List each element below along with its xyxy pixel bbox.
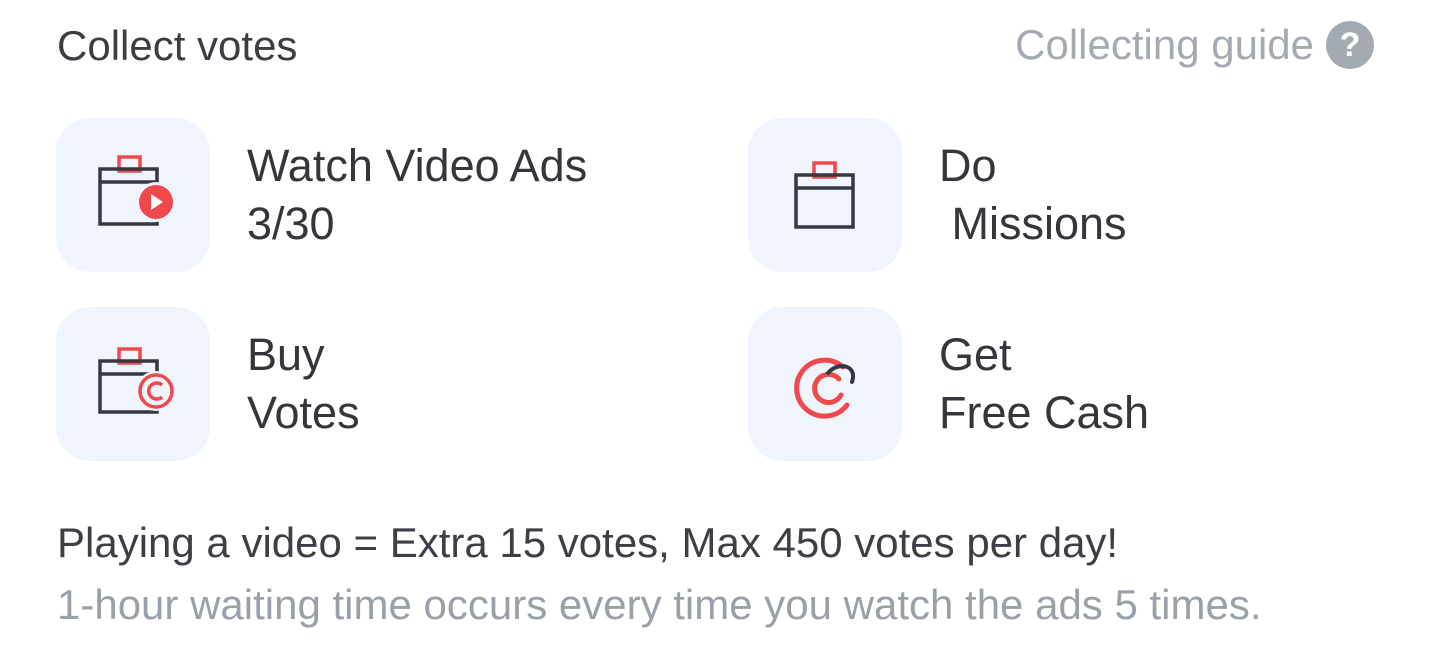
watch-video-ads-text: Watch Video Ads 3/30 [247,137,587,253]
action-subtitle: Votes [247,387,360,438]
section-title: Collect votes [57,22,298,69]
video-ads-progress: 3/30 [247,198,335,249]
ballot-box-coin-icon [98,347,176,414]
action-title: Buy [247,329,325,380]
buy-votes-text: Buy Votes [247,326,360,442]
buy-votes-button[interactable]: Buy Votes [56,306,676,462]
action-title: Watch Video Ads [247,140,588,191]
action-title: Get [939,329,1012,380]
do-missions-tile [748,118,902,272]
question-circle-icon: ? [1326,21,1374,69]
get-free-cash-button[interactable]: Get Free Cash [748,306,1368,462]
collecting-guide-link[interactable]: Collecting guide ? [1015,18,1374,72]
buy-votes-tile [56,307,210,461]
ballot-box-icon [794,161,855,229]
action-subtitle: Missions [939,198,1127,249]
get-free-cash-text: Get Free Cash [939,326,1149,442]
action-title: Do [939,140,997,191]
cash-logo-icon [794,357,856,419]
watch-video-ads-button[interactable]: Watch Video Ads 3/30 [56,117,676,273]
waiting-time-note: 1-hour waiting time occurs every time yo… [57,581,1262,628]
collecting-guide-label: Collecting guide [1015,21,1314,68]
do-missions-text: Do Missions [939,137,1127,253]
watch-video-ads-tile [56,118,210,272]
collect-votes-header: Collect votes Collecting guide ? [0,0,1440,100]
action-subtitle: Free Cash [939,387,1150,438]
video-bonus-note: Playing a video = Extra 15 votes, Max 45… [57,519,1119,566]
do-missions-button[interactable]: Do Missions [748,117,1368,273]
get-free-cash-tile [748,307,902,461]
ballot-box-play-icon [98,155,176,226]
